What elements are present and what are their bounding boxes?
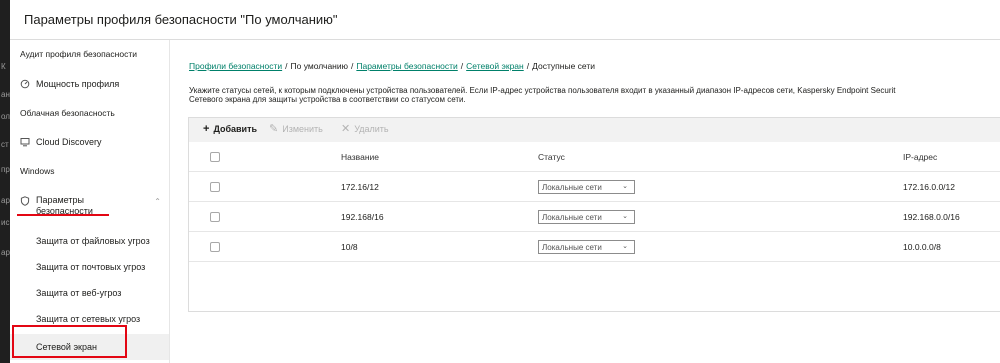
delete-button[interactable]: ✕ Удалить — [341, 122, 389, 135]
sidebar-subitem[interactable]: Защита от почтовых угроз — [10, 254, 169, 280]
status-value: Локальные сети — [542, 242, 602, 252]
row-checkbox[interactable] — [210, 242, 220, 252]
sidebar-item-cloud-discovery[interactable]: Cloud Discovery — [20, 137, 102, 147]
edit-button[interactable]: ✎ Изменить — [269, 122, 323, 135]
sidebar-subitem[interactable]: Защита от файловых угроз — [10, 228, 169, 254]
add-button[interactable]: + Добавить — [203, 122, 258, 135]
breadcrumb-separator: / — [285, 61, 288, 71]
sidebar-item-label: Cloud Discovery — [36, 137, 102, 147]
row-checkbox[interactable] — [210, 212, 220, 222]
background-text: ар — [1, 248, 10, 257]
table-row[interactable]: 192.168/16 Локальные сети ⌄ 192.168.0.0/… — [189, 202, 1000, 232]
column-header-ip[interactable]: IP-адрес — [903, 152, 937, 162]
monitor-icon — [20, 137, 30, 147]
annotation-underline — [17, 214, 109, 216]
status-select[interactable]: Локальные сети ⌄ — [538, 180, 635, 194]
column-header-status[interactable]: Статус — [538, 152, 565, 162]
breadcrumb-separator: / — [350, 61, 354, 71]
breadcrumb-item-default: По умолчанию — [290, 61, 348, 71]
add-button-label: Добавить — [213, 124, 258, 134]
shield-icon — [20, 196, 30, 206]
sidebar: Аудит профиля безопасности Мощность проф… — [10, 40, 170, 363]
network-name: 10/8 — [341, 242, 358, 252]
background-text: К — [1, 62, 6, 71]
networks-table: + Добавить ✎ Изменить ✕ Удалить Название… — [188, 117, 1000, 312]
dialog-header: Параметры профиля безопасности "По умолч… — [10, 0, 1000, 40]
chevron-down-icon: ⌄ — [622, 213, 628, 220]
sidebar-subitem[interactable]: Защита от веб-угроз — [10, 280, 169, 306]
sidebar-item-label: Мощность профиля — [36, 79, 120, 89]
ip-address: 192.168.0.0/16 — [903, 212, 960, 222]
close-icon: ✕ — [341, 122, 351, 135]
breadcrumb-link-firewall[interactable]: Сетевой экран — [466, 61, 524, 71]
plus-icon: + — [203, 122, 210, 135]
status-value: Локальные сети — [542, 182, 602, 192]
table-toolbar: + Добавить ✎ Изменить ✕ Удалить — [189, 118, 1000, 142]
table-row[interactable]: 10/8 Локальные сети ⌄ 10.0.0.0/8 — [189, 232, 1000, 262]
breadcrumb-separator: / — [526, 61, 530, 71]
edit-button-label: Изменить — [282, 124, 323, 134]
background-text: ар — [1, 196, 10, 205]
ip-address: 10.0.0.0/8 — [903, 242, 941, 252]
annotation-highlight-box — [12, 325, 127, 358]
breadcrumb-link-profiles[interactable]: Профили безопасности — [189, 61, 282, 71]
background-text: ис — [1, 218, 10, 227]
sidebar-section-audit[interactable]: Аудит профиля безопасности — [20, 49, 137, 59]
background-text: ол — [1, 112, 10, 121]
sidebar-section-cloud[interactable]: Облачная безопасность — [20, 108, 115, 118]
background-window-strip: К ан ол ст пр ар ис ар — [0, 0, 10, 363]
network-name: 172.16/12 — [341, 182, 379, 192]
dialog-title: Параметры профиля безопасности "По умолч… — [24, 12, 338, 27]
pencil-icon: ✎ — [269, 122, 279, 135]
status-select[interactable]: Локальные сети ⌄ — [538, 240, 635, 254]
column-header-name[interactable]: Название — [341, 152, 379, 162]
background-text: ст — [1, 140, 9, 149]
chevron-down-icon: ⌄ — [622, 183, 628, 190]
gauge-icon — [20, 79, 30, 89]
background-text: ан — [1, 90, 10, 99]
status-value: Локальные сети — [542, 212, 602, 222]
breadcrumb-item-current: Доступные сети — [532, 61, 596, 71]
page-description: Укажите статусы сетей, к которым подключ… — [189, 86, 1000, 104]
table-row[interactable]: 172.16/12 Локальные сети ⌄ 172.16.0.0/12 — [189, 172, 1000, 202]
breadcrumb: Профили безопасности / По умолчанию / Параме… — [189, 61, 595, 71]
description-line: Сетевого экрана для защиты устройства в … — [189, 95, 466, 104]
row-checkbox[interactable] — [210, 182, 220, 192]
delete-button-label: Удалить — [354, 124, 389, 134]
status-select[interactable]: Локальные сети ⌄ — [538, 210, 635, 224]
breadcrumb-link-security-params[interactable]: Параметры безопасности — [356, 61, 457, 71]
ip-address: 172.16.0.0/12 — [903, 182, 955, 192]
background-text: пр — [1, 165, 10, 174]
breadcrumb-separator: / — [460, 61, 464, 71]
sidebar-item-profile-power[interactable]: Мощность профиля — [20, 79, 119, 89]
select-all-checkbox[interactable] — [210, 152, 220, 162]
table-header-row: Название Статус IP-адрес — [189, 142, 1000, 172]
chevron-down-icon: ⌄ — [622, 243, 628, 250]
sidebar-section-windows[interactable]: Windows — [20, 166, 54, 176]
main-content: Профили безопасности / По умолчанию / Параме… — [171, 40, 1000, 363]
description-line: Укажите статусы сетей, к которым подключ… — [189, 86, 896, 95]
network-name: 192.168/16 — [341, 212, 384, 222]
chevron-up-icon[interactable]: ⌃ — [154, 197, 161, 206]
